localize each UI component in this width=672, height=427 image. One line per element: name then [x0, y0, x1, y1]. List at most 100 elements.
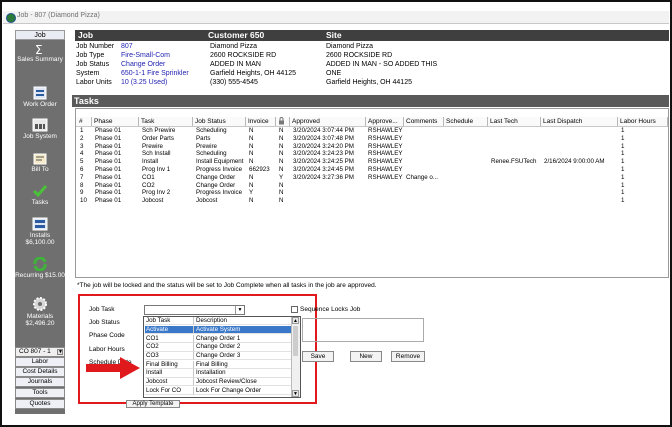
column-header[interactable]: Last Tech — [488, 117, 541, 126]
dropdown-option-description: Installation — [194, 369, 294, 378]
dropdown-column-header: Job Task — [145, 317, 194, 326]
table-cell: 1 — [621, 173, 625, 181]
table-cell: 8 — [80, 181, 84, 189]
dropdown-option-description: Final Billing — [194, 361, 294, 369]
table-cell: N — [249, 173, 254, 181]
dropdown-option-description: Change Order 1 — [194, 335, 294, 343]
column-header[interactable]: Labor Hours — [618, 117, 668, 126]
installs-icon — [32, 217, 48, 231]
dropdown-option[interactable]: CO3 Change Order 3 — [144, 351, 294, 361]
column-header[interactable]: Job Status — [193, 117, 246, 126]
table-cell: 1 — [621, 166, 625, 173]
dropdown-option[interactable]: CO1 Change Order 1 — [144, 334, 294, 343]
job-task-combobox[interactable]: ▼ — [144, 305, 245, 315]
table-cell: 3 — [80, 142, 84, 150]
table-cell: Renee.FSUTech — [491, 158, 537, 166]
sidebar-tab-quotes[interactable]: Quotes — [15, 399, 65, 409]
dropdown-option[interactable]: Lock For CO Lock For Change Order — [144, 386, 294, 396]
system-link[interactable]: 650-1-1 Fire Sprinkler — [121, 70, 189, 77]
dropdown-option[interactable]: CO2 Change Order 2 — [144, 343, 294, 352]
customer-phone: (330) 555-4545 — [210, 79, 258, 86]
job-task-label: Job Task — [89, 306, 115, 313]
scroll-up-icon[interactable]: ▲ — [292, 317, 299, 324]
sidebar-tab-tools[interactable]: Tools — [15, 388, 65, 398]
svg-text:Σ: Σ — [35, 43, 43, 55]
column-header[interactable]: Schedule — [444, 117, 488, 126]
column-header[interactable]: Last Dispatch — [541, 117, 618, 126]
table-cell: RSHAWLEY — [368, 166, 403, 173]
dropdown-option-code: Activate — [145, 325, 194, 335]
chevron-down-icon[interactable]: ▼ — [57, 349, 63, 355]
table-cell: Sch Install — [142, 150, 171, 158]
table-cell: Y — [279, 173, 284, 181]
sidebar-tab-job[interactable]: Job — [15, 30, 65, 40]
recurring-icon — [33, 257, 47, 271]
labor-units-label: Labor Units — [76, 79, 112, 86]
dropdown-option-code: CO3 — [145, 351, 194, 361]
dropdown-option-description: Change Order 3 — [194, 352, 294, 361]
task-details-box[interactable] — [302, 318, 424, 342]
sidebar-item-job-system[interactable]: Job System — [15, 118, 65, 147]
dropdown-option-description: Jobcost Review/Close — [194, 378, 294, 387]
scrollbar-thumb[interactable] — [293, 326, 298, 356]
column-header[interactable]: Phase — [92, 117, 139, 126]
sidebar-tab-labor[interactable]: Labor — [15, 357, 65, 367]
job-task-dropdown-list[interactable]: Job Task Description Activate Activate Sy… — [143, 316, 301, 398]
table-cell: Change Order — [196, 173, 236, 181]
column-header[interactable]: Task — [139, 117, 193, 126]
chevron-down-icon[interactable]: ▼ — [235, 306, 244, 314]
table-cell: RSHAWLEY — [368, 142, 403, 150]
sidebar-item-recurring[interactable]: Recurring $15.00 — [15, 257, 65, 291]
table-cell: 1 — [621, 127, 625, 134]
remove-button[interactable]: Remove — [391, 351, 425, 362]
table-cell: 5 — [80, 158, 84, 166]
column-header[interactable]: Comments — [404, 117, 444, 126]
table-cell: RSHAWLEY — [368, 150, 403, 158]
new-button[interactable]: New — [350, 351, 382, 362]
dropdown-option-description: Activate System — [194, 325, 294, 335]
dropdown-option[interactable]: Install Installation — [144, 369, 294, 378]
apply-template-button[interactable]: Apply Template — [126, 400, 180, 408]
table-cell: RSHAWLEY — [368, 127, 403, 134]
table-cell: 1 — [621, 142, 625, 150]
sigma-icon: Σ — [35, 43, 43, 55]
table-cell: N — [249, 181, 254, 189]
lock-icon — [279, 117, 284, 125]
sidebar-item-bill-to[interactable]: Bill To — [15, 153, 65, 179]
table-cell: Install — [142, 158, 159, 166]
table-cell: 662923 — [249, 166, 270, 173]
sidebar-item-installs[interactable]: Installs $6,100.00 — [15, 217, 65, 251]
column-header-lock[interactable] — [276, 117, 290, 126]
table-cell: 1 — [621, 189, 625, 197]
table-cell: RSHAWLEY — [368, 173, 403, 181]
dropdown-option[interactable]: Final Billing Final Billing — [144, 360, 294, 369]
column-header[interactable]: Approved — [290, 117, 366, 126]
save-button[interactable]: Save — [302, 351, 334, 362]
job-type-link[interactable]: Fire-Small-Com — [121, 52, 170, 59]
scroll-down-icon[interactable]: ▼ — [292, 390, 299, 397]
dropdown-scrollbar[interactable]: ▲ ▼ — [291, 317, 300, 397]
column-header[interactable]: Approve... — [366, 117, 404, 126]
table-cell: 10 — [80, 197, 87, 205]
materials-gear-icon — [33, 297, 47, 311]
dropdown-option[interactable]: Activate Activate System — [144, 325, 294, 335]
job-status-link[interactable]: Change Order — [121, 61, 165, 68]
sidebar-item-work-order[interactable]: Work Order — [15, 86, 65, 114]
sequence-locks-checkbox[interactable] — [291, 306, 298, 313]
column-header[interactable]: # — [77, 117, 92, 126]
table-cell: Change o... — [406, 173, 438, 181]
dropdown-option[interactable]: Jobcost Jobcost Review/Close — [144, 378, 294, 387]
sidebar-tab-journals[interactable]: Journals — [15, 377, 65, 387]
column-header[interactable]: Invoice — [246, 117, 276, 126]
sidebar-item-sales-summary[interactable]: Σ Sales Summary — [15, 43, 65, 79]
dropdown-option-code: Install — [145, 369, 194, 378]
sidebar-item-tasks[interactable]: Tasks — [15, 184, 65, 211]
table-cell: 6 — [80, 166, 84, 173]
table-cell: 1 — [621, 197, 625, 205]
site-heading: Site — [326, 30, 342, 40]
change-order-selector[interactable]: CO 807 - 1 ▼ — [15, 347, 65, 357]
sidebar-tab-cost-details[interactable]: Cost Details — [15, 367, 65, 377]
sidebar-item-label: Bill To — [31, 166, 49, 173]
table-cell: Scheduling — [196, 127, 227, 134]
sidebar-item-materials[interactable]: Materials $2,496.20 — [15, 296, 65, 342]
